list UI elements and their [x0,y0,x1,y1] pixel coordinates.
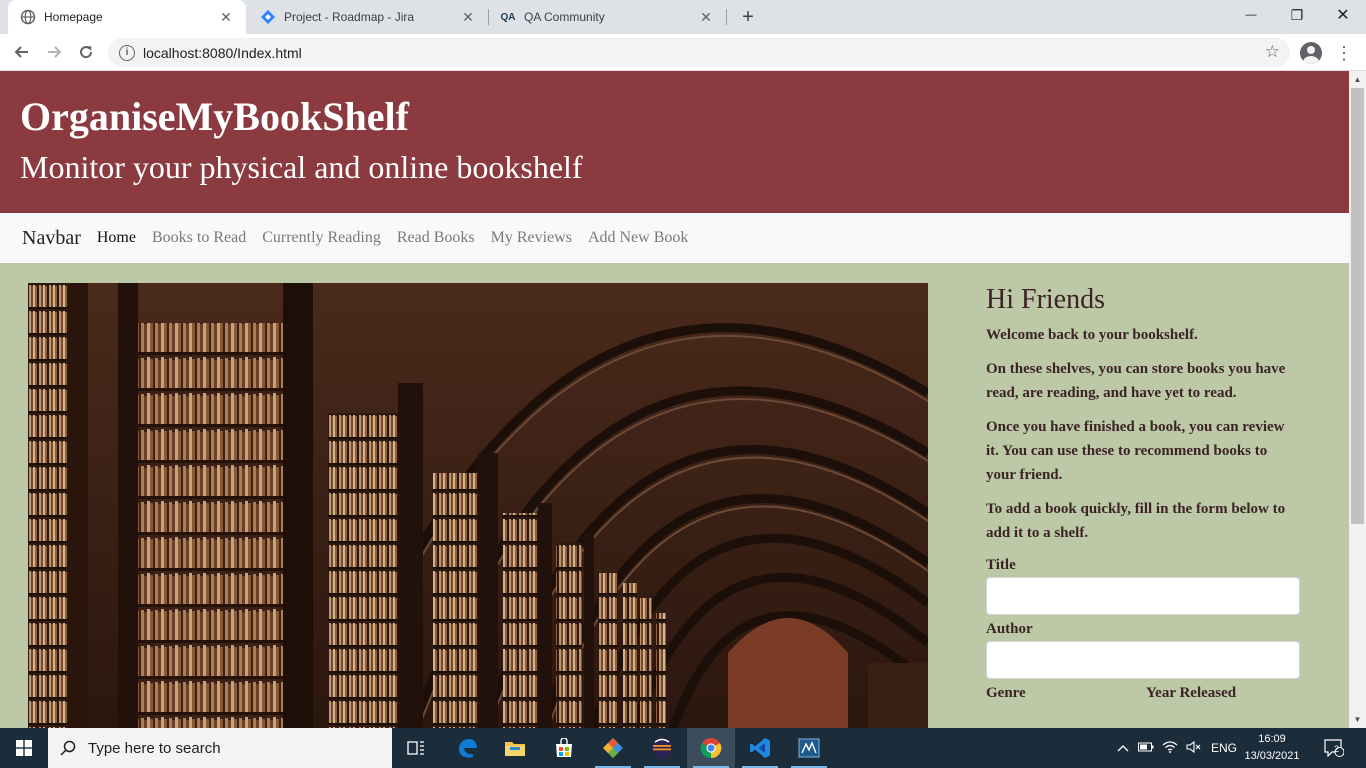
nav-link-my-reviews[interactable]: My Reviews [491,229,572,247]
scrollbar-thumb[interactable] [1351,88,1364,524]
nav-link-books-to-read[interactable]: Books to Read [152,229,246,247]
notification-count: 2 [1334,744,1340,754]
page-scrollbar[interactable]: ▲ ▼ [1349,71,1366,728]
title-input[interactable] [986,577,1300,615]
tab-title: QA Community [524,10,605,24]
battery-icon[interactable] [1134,741,1158,755]
tab-title: Project - Roadmap - Jira [284,10,415,24]
nav-link-currently-reading[interactable]: Currently Reading [262,229,381,247]
site-title: OrganiseMyBookShelf [20,94,409,139]
year-released-label: Year Released [1146,685,1237,701]
author-label: Author [986,621,1033,637]
genre-year-row: Genre Year Released [986,683,1306,703]
globe-icon [20,9,36,25]
volume-muted-icon[interactable] [1182,740,1206,756]
search-icon [48,740,88,756]
jira-icon [260,9,276,25]
language-indicator[interactable]: ENG [1206,741,1242,755]
greeting-heading: Hi Friends [986,284,1105,315]
edge-icon[interactable] [443,728,491,768]
tab-title: Homepage [44,10,103,24]
title-label: Title [986,557,1016,573]
file-explorer-icon[interactable] [491,728,539,768]
chrome-icon[interactable] [687,728,735,768]
quick-add-paragraph: To add a book quickly, fill in the form … [986,501,1286,541]
maximize-button[interactable]: ❐ [1274,0,1320,30]
profile-avatar-icon[interactable] [1300,42,1322,64]
navbar-brand[interactable]: Navbar [22,227,81,250]
nav-link-home[interactable]: Home [97,229,136,247]
close-window-button[interactable]: ✕ [1320,0,1366,30]
clock-time: 16:09 [1258,733,1286,745]
minimize-button[interactable]: — [1228,0,1274,30]
scroll-down-arrow-icon[interactable]: ▼ [1349,711,1366,728]
shelves-paragraph: On these shelves, you can store books yo… [986,361,1286,401]
site-subtitle: Monitor your physical and online bookshe… [20,149,583,185]
chrome-menu-icon[interactable]: ⋮ [1335,42,1353,64]
library-hall-image [28,283,928,728]
nav-link-read-books[interactable]: Read Books [397,229,475,247]
eclipse-icon[interactable] [638,728,686,768]
tab-qa-community[interactable]: QA QA Community ✕ [488,0,726,34]
scroll-up-arrow-icon[interactable]: ▲ [1349,71,1366,88]
author-input[interactable] [986,641,1300,679]
vscode-icon[interactable] [736,728,784,768]
review-paragraph: Once you have finished a book, you can r… [986,419,1285,483]
new-tab-button[interactable]: + [736,5,760,29]
url-text: localhost:8080/Index.html [143,44,302,61]
genre-label: Genre [986,685,1026,701]
bookmark-star-icon[interactable]: ☆ [1265,42,1280,62]
browser-toolbar: i localhost:8080/Index.html ☆ ⋮ [0,34,1366,71]
tab-jira[interactable]: Project - Roadmap - Jira ✕ [248,0,488,34]
wifi-icon[interactable] [1158,740,1182,756]
close-tab-icon[interactable]: ✕ [698,9,714,25]
qa-icon: QA [500,11,516,23]
system-tray: ENG [1112,728,1242,768]
notification-center-icon[interactable]: 2 [1322,737,1346,759]
page-viewport: OrganiseMyBookShelf Monitor your physica… [0,71,1349,728]
nav-link-add-new-book[interactable]: Add New Book [588,229,688,247]
search-placeholder: Type here to search [88,739,221,757]
task-view-icon[interactable] [392,728,440,768]
windows-taskbar: Type here to search ENG 16:09 13/03/2021… [0,728,1366,768]
reload-icon[interactable] [74,40,98,64]
store-icon[interactable] [540,728,588,768]
welcome-sidebar: Hi Friends Welcome back to your bookshel… [986,283,1306,703]
site-info-icon[interactable]: i [119,44,135,61]
chevron-up-icon[interactable] [1112,741,1134,755]
taskbar-clock[interactable]: 16:09 13/03/2021 [1242,731,1302,765]
forward-arrow-icon[interactable] [42,40,66,64]
git-icon[interactable] [589,728,637,768]
navbar: Navbar Home Books to Read Currently Read… [0,213,1349,263]
tab-homepage[interactable]: Homepage ✕ [8,0,246,34]
close-tab-icon[interactable]: ✕ [460,9,476,25]
mysql-workbench-icon[interactable] [785,728,833,768]
page-header: OrganiseMyBookShelf Monitor your physica… [0,71,1349,213]
windows-start-icon[interactable] [0,728,48,768]
tab-divider [726,9,727,25]
browser-tab-strip: Homepage ✕ Project - Roadmap - Jira ✕ QA… [0,0,1366,34]
welcome-paragraph: Welcome back to your bookshelf. [986,327,1198,343]
close-tab-icon[interactable]: ✕ [218,9,234,25]
back-arrow-icon[interactable] [10,40,34,64]
clock-date: 13/03/2021 [1244,750,1300,762]
taskbar-search-box[interactable]: Type here to search [48,728,392,768]
address-bar[interactable]: i localhost:8080/Index.html ☆ [108,38,1290,67]
